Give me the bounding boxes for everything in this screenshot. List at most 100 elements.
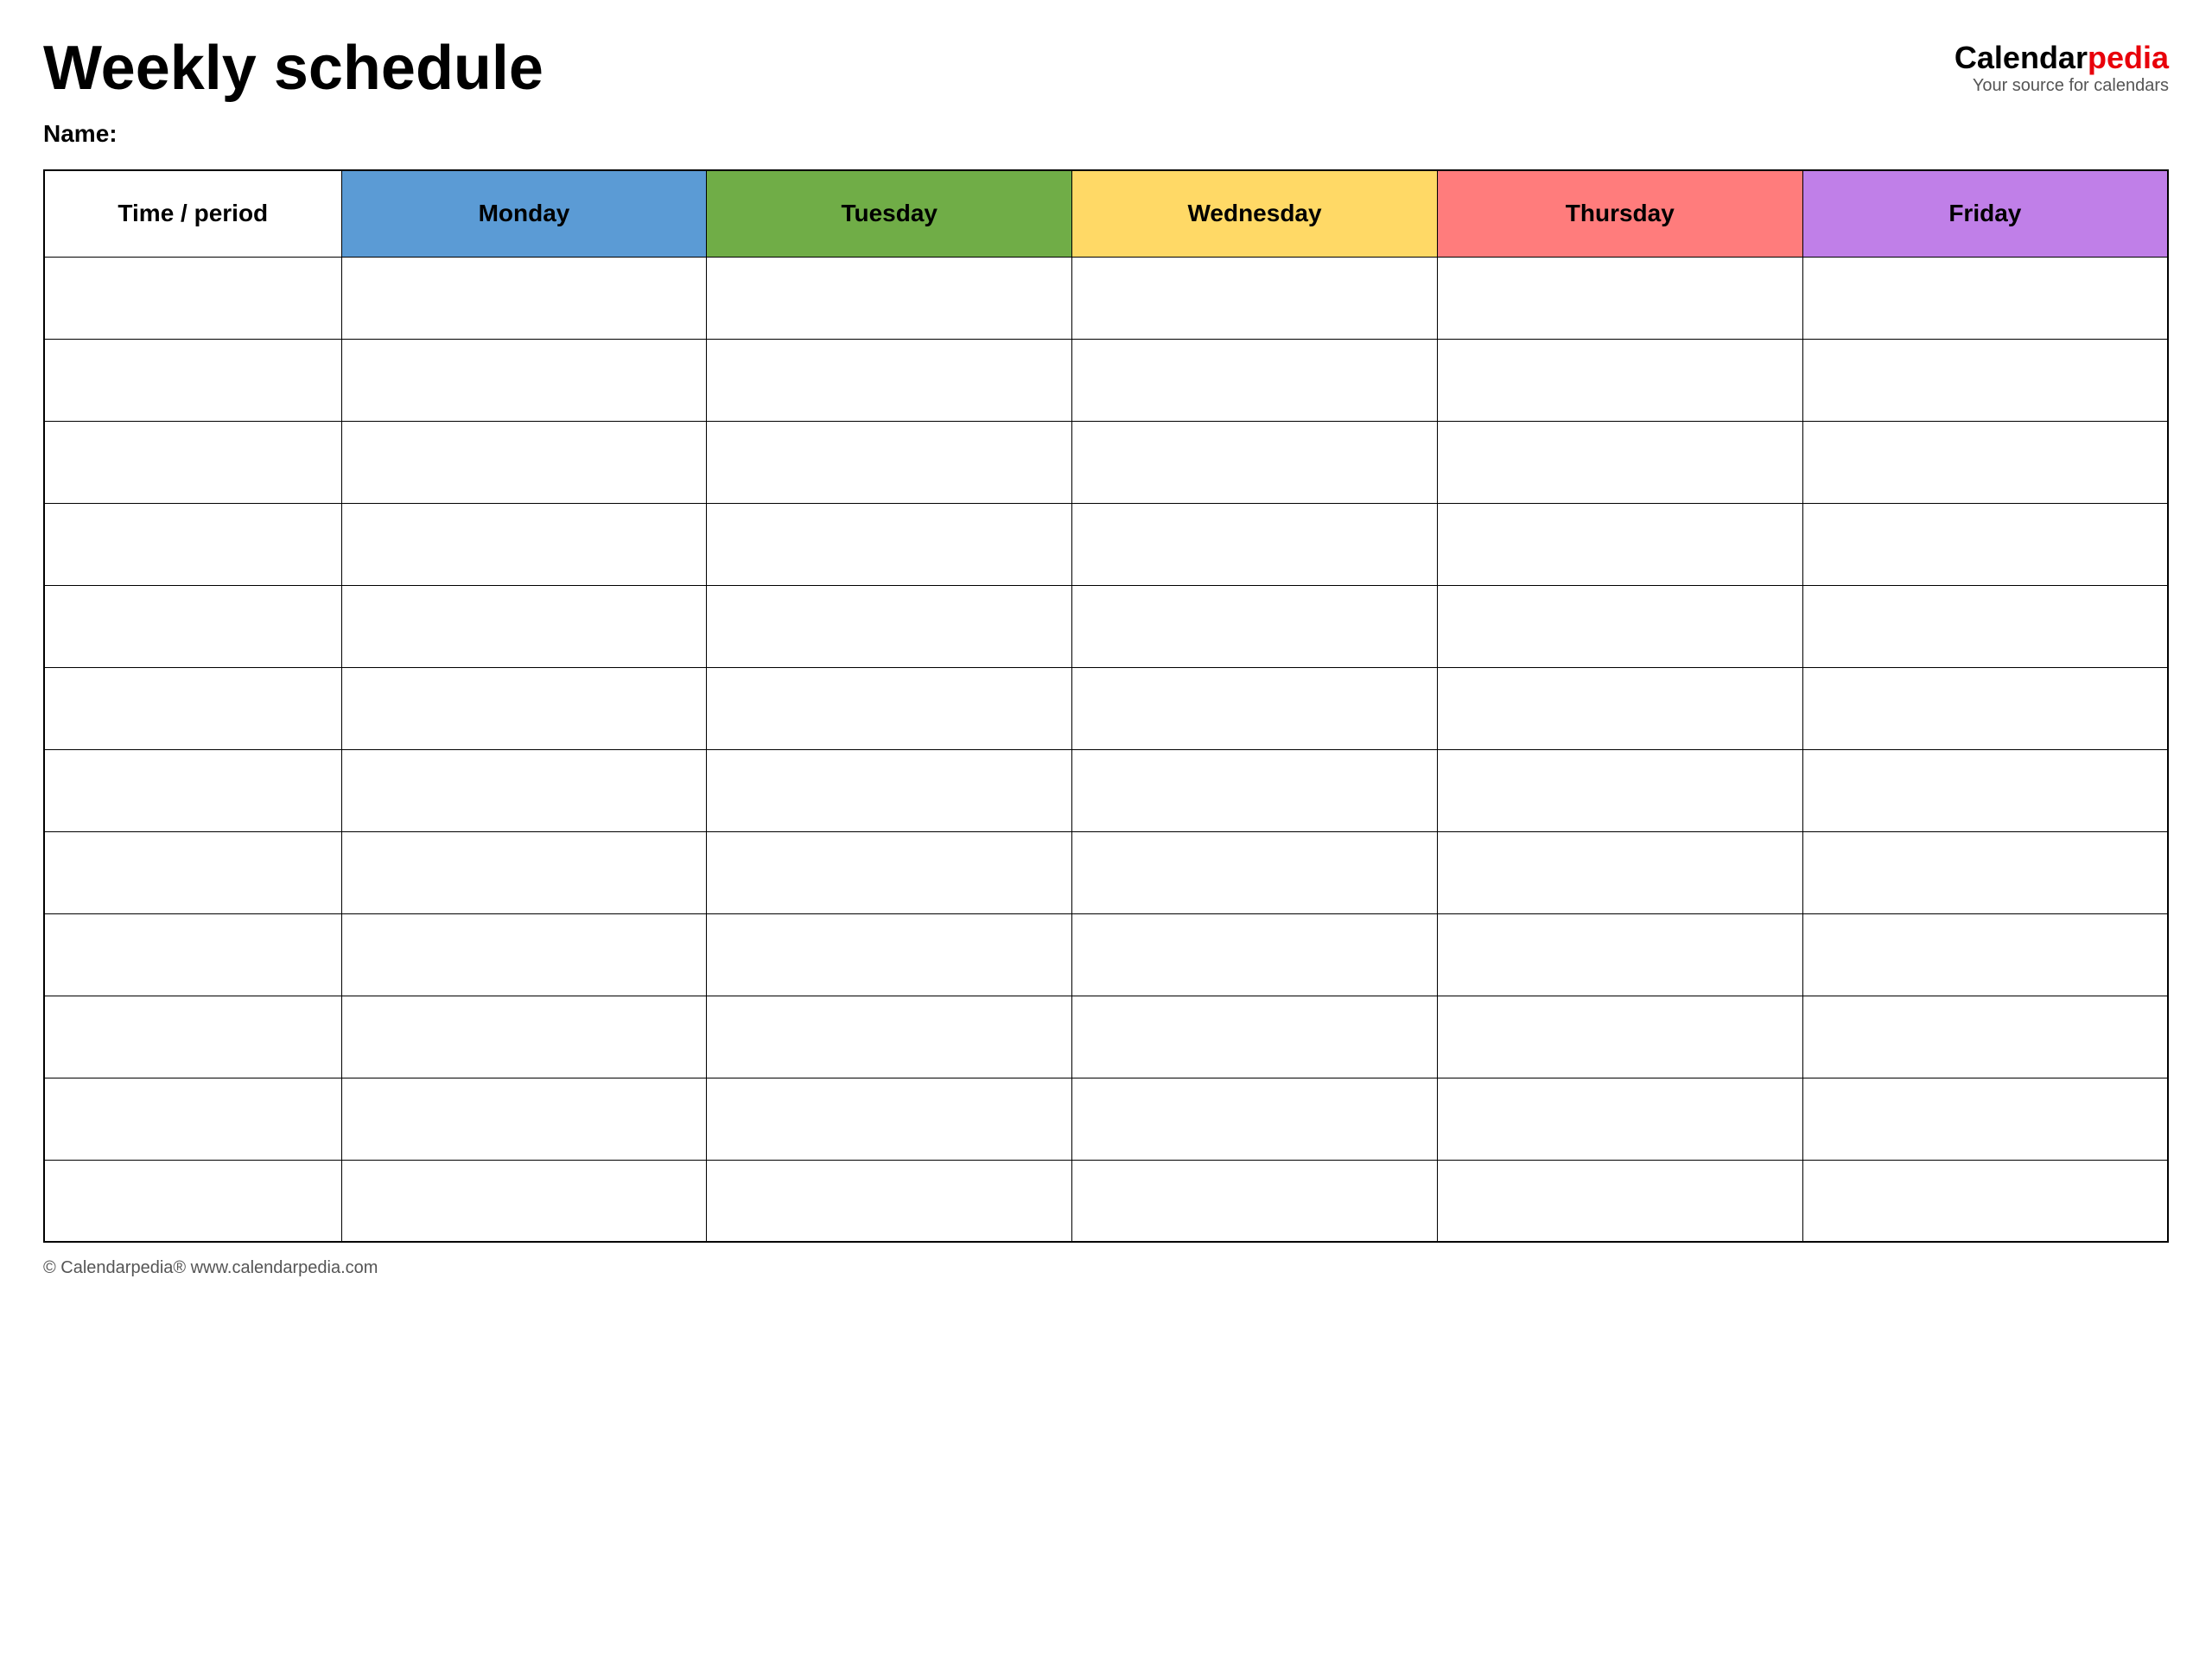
schedule-cell[interactable] [1802, 913, 2168, 996]
schedule-cell[interactable] [1072, 421, 1438, 503]
logo-calendar: Calendar [1955, 40, 2088, 75]
schedule-cell[interactable] [341, 257, 707, 339]
page-title: Weekly schedule [43, 35, 543, 103]
time-cell[interactable] [44, 749, 341, 831]
header: Weekly schedule Calendarpedia Your sourc… [43, 35, 2169, 103]
table-row [44, 996, 2168, 1078]
header-row: Time / period Monday Tuesday Wednesday T… [44, 170, 2168, 257]
schedule-cell[interactable] [341, 421, 707, 503]
time-cell[interactable] [44, 1078, 341, 1160]
schedule-cell[interactable] [1072, 339, 1438, 421]
col-header-tuesday: Tuesday [707, 170, 1072, 257]
schedule-cell[interactable] [1437, 257, 1802, 339]
time-cell[interactable] [44, 913, 341, 996]
schedule-cell[interactable] [1072, 667, 1438, 749]
schedule-cell[interactable] [707, 913, 1072, 996]
logo-pedia: pedia [2088, 40, 2169, 75]
table-row [44, 1160, 2168, 1242]
name-label: Name: [43, 120, 118, 147]
page-wrapper: Weekly schedule Calendarpedia Your sourc… [43, 35, 2169, 1278]
schedule-cell[interactable] [341, 667, 707, 749]
schedule-cell[interactable] [1437, 913, 1802, 996]
logo-container: Calendarpedia Your source for calendars [1955, 35, 2169, 96]
schedule-cell[interactable] [1437, 831, 1802, 913]
schedule-cell[interactable] [341, 1078, 707, 1160]
table-row [44, 503, 2168, 585]
footer: © Calendarpedia® www.calendarpedia.com [43, 1258, 2169, 1278]
schedule-cell[interactable] [1802, 1078, 2168, 1160]
schedule-cell[interactable] [341, 831, 707, 913]
schedule-cell[interactable] [1802, 585, 2168, 667]
schedule-cell[interactable] [1802, 339, 2168, 421]
schedule-cell[interactable] [1437, 585, 1802, 667]
schedule-cell[interactable] [341, 503, 707, 585]
table-row [44, 257, 2168, 339]
table-row [44, 749, 2168, 831]
schedule-cell[interactable] [707, 503, 1072, 585]
time-cell[interactable] [44, 1160, 341, 1242]
schedule-cell[interactable] [341, 585, 707, 667]
schedule-cell[interactable] [1072, 996, 1438, 1078]
schedule-cell[interactable] [1072, 1078, 1438, 1160]
schedule-cell[interactable] [707, 996, 1072, 1078]
name-row: Name: [43, 120, 2169, 148]
footer-text: © Calendarpedia® www.calendarpedia.com [43, 1258, 378, 1277]
table-row [44, 913, 2168, 996]
schedule-cell[interactable] [707, 421, 1072, 503]
table-row [44, 667, 2168, 749]
schedule-cell[interactable] [1437, 749, 1802, 831]
schedule-cell[interactable] [1437, 667, 1802, 749]
col-header-thursday: Thursday [1437, 170, 1802, 257]
schedule-cell[interactable] [707, 667, 1072, 749]
schedule-cell[interactable] [1437, 421, 1802, 503]
schedule-cell[interactable] [1072, 257, 1438, 339]
schedule-cell[interactable] [707, 339, 1072, 421]
schedule-cell[interactable] [1072, 503, 1438, 585]
time-cell[interactable] [44, 996, 341, 1078]
schedule-cell[interactable] [1437, 1078, 1802, 1160]
schedule-cell[interactable] [341, 913, 707, 996]
table-row [44, 831, 2168, 913]
col-header-wednesday: Wednesday [1072, 170, 1438, 257]
schedule-cell[interactable] [1072, 1160, 1438, 1242]
schedule-cell[interactable] [1072, 749, 1438, 831]
schedule-cell[interactable] [707, 749, 1072, 831]
time-cell[interactable] [44, 421, 341, 503]
schedule-cell[interactable] [1802, 421, 2168, 503]
schedule-cell[interactable] [1802, 503, 2168, 585]
time-cell[interactable] [44, 257, 341, 339]
schedule-cell[interactable] [1437, 1160, 1802, 1242]
col-header-monday: Monday [341, 170, 707, 257]
schedule-cell[interactable] [1437, 339, 1802, 421]
schedule-cell[interactable] [341, 749, 707, 831]
schedule-cell[interactable] [341, 996, 707, 1078]
schedule-cell[interactable] [707, 1078, 1072, 1160]
time-cell[interactable] [44, 831, 341, 913]
schedule-cell[interactable] [707, 1160, 1072, 1242]
schedule-cell[interactable] [1437, 996, 1802, 1078]
schedule-cell[interactable] [1802, 257, 2168, 339]
time-cell[interactable] [44, 503, 341, 585]
schedule-cell[interactable] [707, 585, 1072, 667]
logo-text: Calendarpedia [1955, 39, 2169, 76]
schedule-cell[interactable] [1802, 667, 2168, 749]
schedule-cell[interactable] [707, 831, 1072, 913]
schedule-cell[interactable] [1802, 1160, 2168, 1242]
time-cell[interactable] [44, 339, 341, 421]
schedule-cell[interactable] [707, 257, 1072, 339]
schedule-cell[interactable] [1802, 996, 2168, 1078]
schedule-cell[interactable] [1072, 585, 1438, 667]
schedule-cell[interactable] [341, 1160, 707, 1242]
time-cell[interactable] [44, 585, 341, 667]
schedule-cell[interactable] [1437, 503, 1802, 585]
table-row [44, 1078, 2168, 1160]
table-row [44, 421, 2168, 503]
schedule-cell[interactable] [1802, 831, 2168, 913]
table-row [44, 585, 2168, 667]
schedule-cell[interactable] [1072, 913, 1438, 996]
time-cell[interactable] [44, 667, 341, 749]
schedule-cell[interactable] [1802, 749, 2168, 831]
col-header-friday: Friday [1802, 170, 2168, 257]
schedule-cell[interactable] [341, 339, 707, 421]
schedule-cell[interactable] [1072, 831, 1438, 913]
